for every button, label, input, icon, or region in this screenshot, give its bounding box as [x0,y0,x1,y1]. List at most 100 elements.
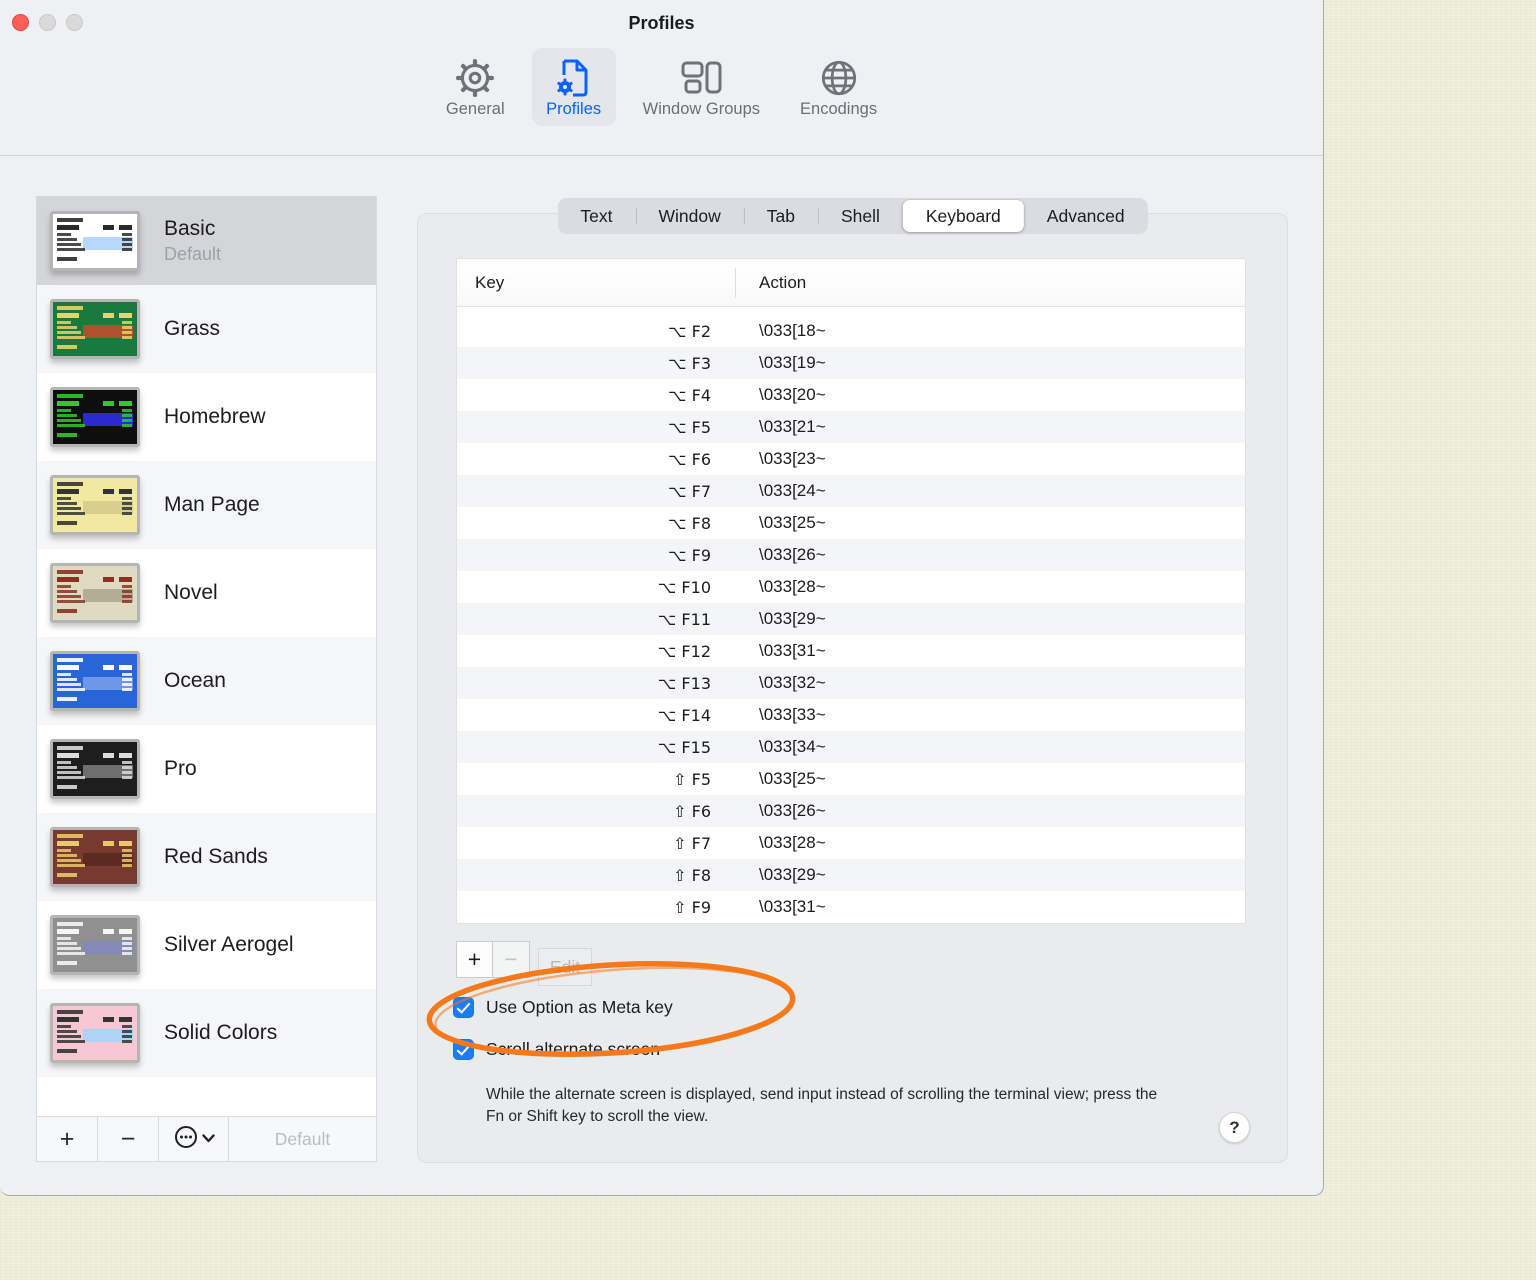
action-cell: \033[19~ [759,353,826,372]
profile-row-homebrew[interactable]: Homebrew [37,373,376,461]
table-row[interactable]: ⌥ F11 \033[29~ [457,603,1245,635]
profile-thumbnail [50,387,140,447]
column-header-action[interactable]: Action [759,273,806,293]
profile-name: Basic [164,217,216,240]
tab-text[interactable]: Text [557,198,637,234]
toolbar-item-profiles[interactable]: Profiles [531,48,616,126]
table-row[interactable]: ⌥ F15 \033[34~ [457,731,1245,763]
checkbox-checked-icon[interactable] [453,997,474,1018]
table-row[interactable]: ⌥ F10 \033[28~ [457,571,1245,603]
key-cell: ⇧ F9 [673,897,711,917]
mapping-controls: + − Edit [456,941,592,986]
preferences-window: Profiles General Profiles Window Groups … [0,0,1324,1196]
toolbar-item-window-groups[interactable]: Window Groups [630,48,773,126]
table-row[interactable]: ⌥ F5 \033[21~ [457,411,1245,443]
remove-profile-button[interactable]: − [98,1117,159,1161]
profile-name: Novel [164,581,218,604]
key-cell: ⌥ F10 [657,577,711,597]
table-row[interactable]: ⌥ F4 \033[20~ [457,379,1245,411]
key-cell: ⌥ F5 [668,417,711,437]
profile-actions-menu-button[interactable] [159,1117,229,1161]
main-area: Basic Default Grass Homebrew Man Page No… [0,157,1323,1195]
action-cell: \033[25~ [759,513,826,532]
profile-row-solid-colors[interactable]: Solid Colors [37,989,376,1077]
profile-subtitle: Default [164,244,222,264]
toolbar-item-general[interactable]: General [433,48,518,126]
profile-name: Solid Colors [164,1021,278,1044]
table-row[interactable]: ⌥ F3 \033[19~ [457,347,1245,379]
profile-row-man-page[interactable]: Man Page [37,461,376,549]
action-cell: \033[26~ [759,545,826,564]
default-button[interactable]: Default [229,1117,376,1161]
profile-thumbnail [50,739,140,799]
table-header[interactable]: Key Action [457,259,1245,307]
profile-row-ocean[interactable]: Ocean [37,637,376,725]
profile-row-silver-aerogel[interactable]: Silver Aerogel [37,901,376,989]
profile-thumbnail [50,1003,140,1063]
add-mapping-button[interactable]: + [456,941,493,978]
titlebar[interactable]: Profiles [0,0,1323,46]
action-cell: \033[32~ [759,673,826,692]
table-row[interactable]: ⌥ F9 \033[26~ [457,539,1245,571]
close-button[interactable] [12,14,29,31]
table-row[interactable]: ⌥ F2 \033[18~ [457,315,1245,347]
action-cell: \033[26~ [759,801,826,820]
tab-tab[interactable]: Tab [744,198,819,234]
help-button[interactable]: ? [1219,1112,1250,1143]
key-cell: ⌥ F9 [668,545,711,565]
tab-advanced[interactable]: Advanced [1024,198,1148,234]
profile-name: Pro [164,757,197,780]
profile-tabs: Text Window Tab Shell Keyboard Advanced [557,198,1148,234]
table-row[interactable]: ⇧ F5 \033[25~ [457,763,1245,795]
table-row[interactable]: ⇧ F9 \033[31~ [457,891,1245,923]
table-row[interactable]: ⌥ F8 \033[25~ [457,507,1245,539]
table-row[interactable]: ⇧ F8 \033[29~ [457,859,1245,891]
table-row[interactable]: ⌥ F14 \033[33~ [457,699,1245,731]
gear-icon [454,56,496,100]
profile-row-basic[interactable]: Basic Default [37,197,376,285]
column-divider[interactable] [735,268,736,298]
profile-row-pro[interactable]: Pro [37,725,376,813]
tab-shell[interactable]: Shell [818,198,903,234]
key-cell: ⌥ F3 [668,353,711,373]
zoom-button[interactable] [66,14,83,31]
table-row[interactable]: ⌥ F7 \033[24~ [457,475,1245,507]
action-cell: \033[29~ [759,865,826,884]
key-cell: ⇧ F8 [673,865,711,885]
tab-window[interactable]: Window [635,198,745,234]
edit-mapping-button[interactable]: Edit [538,948,592,986]
keyboard-settings-pane: Text Window Tab Shell Keyboard Advanced Key A… [417,198,1288,1163]
profile-name: Grass [164,317,221,340]
action-cell: \033[23~ [759,449,826,468]
profile-row-grass[interactable]: Grass [37,285,376,373]
key-cell: ⌥ F4 [668,385,711,405]
add-profile-button[interactable]: + [37,1117,98,1161]
table-row[interactable]: ⌥ F12 \033[31~ [457,635,1245,667]
profiles-document-icon [554,56,594,100]
profile-name: Homebrew [164,405,266,428]
column-header-key[interactable]: Key [457,273,504,293]
minimize-button[interactable] [39,14,56,31]
profile-row-red-sands[interactable]: Red Sands [37,813,376,901]
window-title: Profiles [628,13,695,33]
table-row[interactable]: ⌥ F13 \033[32~ [457,667,1245,699]
table-row[interactable]: ⇧ F7 \033[28~ [457,827,1245,859]
key-cell: ⌥ F13 [657,673,711,693]
profile-thumbnail [50,211,140,271]
key-cell: ⇧ F7 [673,833,711,853]
key-cell: ⌥ F7 [668,481,711,501]
window-chrome: Profiles General Profiles Window Groups … [0,0,1323,156]
checkbox-checked-icon[interactable] [453,1039,474,1060]
toolbar-item-encodings[interactable]: Encodings [787,48,890,126]
toolbar-item-label: General [445,100,505,118]
scroll-alternate-screen-checkbox-row[interactable]: Scroll alternate screen [453,1039,660,1060]
table-row[interactable]: ⇧ F6 \033[26~ [457,795,1245,827]
use-option-as-meta-checkbox-row[interactable]: Use Option as Meta key [453,997,673,1018]
remove-mapping-button[interactable]: − [493,941,530,978]
profile-thumbnail [50,827,140,887]
action-cell: \033[34~ [759,737,826,756]
tab-keyboard[interactable]: Keyboard [902,200,1024,232]
checkbox-label: Scroll alternate screen [486,1039,661,1059]
profile-row-novel[interactable]: Novel [37,549,376,637]
table-row[interactable]: ⌥ F6 \033[23~ [457,443,1245,475]
